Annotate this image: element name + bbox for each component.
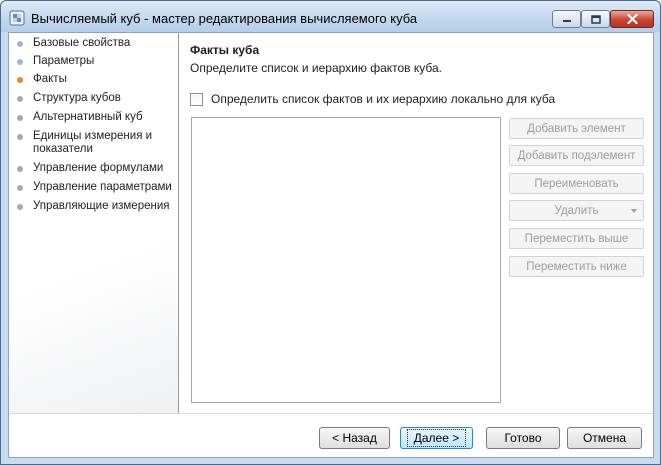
maximize-button[interactable] [581, 10, 610, 28]
move-down-button[interactable]: Переместить ниже [509, 256, 644, 277]
close-button[interactable] [610, 10, 654, 28]
nav-step-label: Управляющие измерения [33, 200, 170, 212]
step-done-icon [17, 59, 23, 65]
nav-step-label: Параметры [33, 55, 95, 67]
step-pending-icon [17, 134, 23, 140]
steps-navigation: Базовые свойства Параметры Факты Структу… [9, 33, 179, 413]
cube-app-icon [9, 10, 25, 26]
move-up-button[interactable]: Переместить выше [509, 228, 644, 249]
finish-button[interactable]: Готово [486, 427, 560, 449]
rename-button[interactable]: Переименовать [509, 173, 644, 194]
nav-step-label: Базовые свойства [33, 37, 131, 49]
local-facts-checkbox-label[interactable]: Определить список фактов и их иерархию л… [211, 92, 555, 106]
title-bar[interactable]: Вычисляемый куб - мастер редактирования … [1, 1, 660, 32]
page-description: Определите список и иерархию фактов куба… [190, 61, 442, 75]
local-facts-checkbox[interactable] [190, 92, 203, 106]
facts-tree-list[interactable] [191, 117, 501, 403]
step-pending-icon [17, 115, 23, 121]
page-title: Факты куба [190, 43, 260, 57]
wizard-window: Вычисляемый куб - мастер редактирования … [0, 0, 661, 465]
nav-step-parameter-management[interactable]: Управление параметрами [17, 181, 177, 194]
step-pending-icon [17, 166, 23, 172]
close-icon [626, 14, 638, 24]
nav-step-base-properties[interactable]: Базовые свойства [17, 37, 177, 50]
minimize-icon [562, 20, 571, 22]
nav-step-label: Единицы измерения и показатели [33, 130, 153, 155]
nav-step-label: Управление параметрами [33, 181, 172, 193]
step-done-icon [17, 41, 23, 47]
step-pending-icon [17, 96, 23, 102]
step-pending-icon [17, 204, 23, 210]
nav-step-label: Альтернативный куб [33, 111, 143, 123]
maximize-icon [590, 14, 601, 24]
wizard-client-area: Базовые свойства Параметры Факты Структу… [8, 32, 654, 458]
cancel-button[interactable]: Отмена [567, 427, 642, 449]
nav-step-facts[interactable]: Факты [17, 73, 177, 86]
next-button-label: Далее > [406, 429, 467, 447]
delete-button-label: Удалить [554, 204, 599, 217]
minimize-button[interactable] [552, 10, 581, 28]
nav-step-label: Структура кубов [33, 92, 121, 104]
window-title: Вычисляемый куб - мастер редактирования … [31, 11, 418, 26]
add-subelement-button[interactable]: Добавить подэлемент [509, 145, 644, 166]
local-facts-checkbox-row[interactable]: Определить список фактов и их иерархию л… [190, 92, 555, 106]
nav-step-formula-management[interactable]: Управление формулами [17, 162, 177, 175]
step-pending-icon [17, 185, 23, 191]
add-element-button[interactable]: Добавить элемент [509, 118, 644, 139]
nav-step-parameters[interactable]: Параметры [17, 55, 177, 68]
nav-step-label: Факты [33, 73, 67, 85]
facts-page: Факты куба Определите список и иерархию … [180, 33, 653, 413]
nav-step-alternative-cube[interactable]: Альтернативный куб [17, 111, 177, 124]
back-button[interactable]: < Назад [319, 427, 390, 449]
nav-step-cube-structure[interactable]: Структура кубов [17, 92, 177, 105]
nav-step-units-and-measures[interactable]: Единицы измерения и показатели [17, 130, 157, 156]
delete-dropdown-button[interactable]: Удалить [509, 200, 644, 221]
nav-step-label: Управление формулами [33, 162, 164, 174]
step-current-icon [17, 77, 23, 83]
footer-separator [9, 413, 653, 414]
dropdown-arrow-icon [631, 209, 637, 213]
nav-step-control-dimensions[interactable]: Управляющие измерения [17, 200, 177, 213]
next-button[interactable]: Далее > [400, 427, 473, 449]
